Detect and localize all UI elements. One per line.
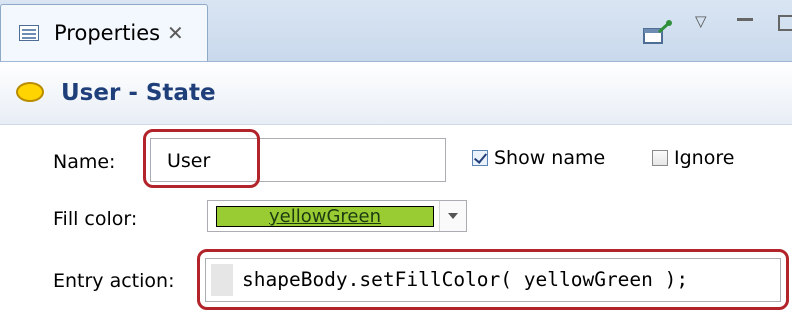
entry-action-code[interactable]: shapeBody.setFillColor( yellowGreen ); <box>242 267 688 293</box>
pin-icon[interactable] <box>643 20 673 46</box>
name-input[interactable] <box>167 147 437 175</box>
name-field[interactable] <box>150 138 446 182</box>
properties-view-icon <box>19 25 39 41</box>
ignore-checkbox[interactable] <box>652 150 668 166</box>
tab-properties[interactable]: Properties ✕ <box>0 4 208 61</box>
editor-gutter <box>211 264 233 296</box>
chevron-down-icon[interactable] <box>439 201 466 231</box>
fill-color-label: Fill color: <box>53 208 138 230</box>
ignore-label[interactable]: Ignore <box>674 145 734 171</box>
show-name-label[interactable]: Show name <box>494 145 605 171</box>
show-name-checkbox[interactable] <box>472 150 488 166</box>
fill-color-dropdown[interactable]: yellowGreen <box>207 200 467 232</box>
tab-label: Properties <box>54 21 161 45</box>
fill-color-value: yellowGreen <box>269 206 381 227</box>
close-icon[interactable]: ✕ <box>167 19 184 47</box>
maximize-icon[interactable] <box>778 15 792 31</box>
state-icon <box>16 82 44 102</box>
properties-view: Properties ✕ ▽ User - State Name: Show n… <box>0 0 792 319</box>
name-label: Name: <box>53 151 116 173</box>
page-title: User - State <box>61 80 216 106</box>
color-swatch: yellowGreen <box>216 206 434 227</box>
entry-action-editor[interactable]: shapeBody.setFillColor( yellowGreen ); <box>205 258 781 302</box>
view-menu-icon[interactable]: ▽ <box>695 12 707 30</box>
view-tab-bar: Properties ✕ ▽ <box>0 0 792 62</box>
minimize-icon[interactable] <box>737 18 753 21</box>
entry-action-label: Entry action: <box>53 270 175 292</box>
